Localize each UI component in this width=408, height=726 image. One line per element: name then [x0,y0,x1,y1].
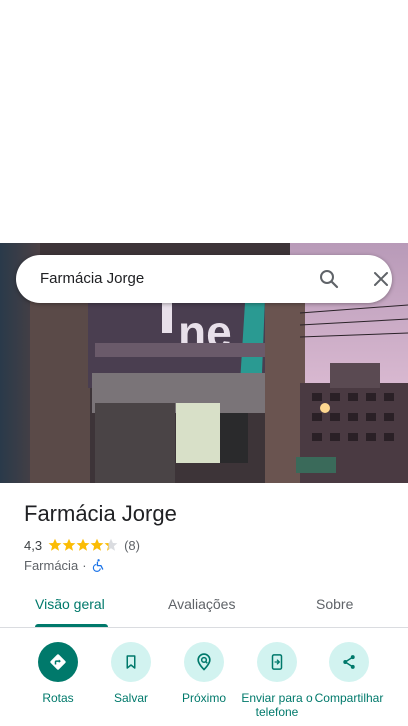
active-tab-indicator [35,624,108,627]
directions-label: Rotas [42,691,74,705]
tab-reviews[interactable]: Avaliações [168,596,235,612]
nearby-button[interactable]: Próximo [167,642,241,705]
share-icon [329,642,369,682]
wheelchair-icon [92,559,103,572]
star-icon [76,538,90,551]
place-category: Farmácia [24,557,79,573]
rating-row[interactable]: 4,3 (8) [24,536,140,554]
directions-button[interactable]: Rotas [21,642,95,705]
search-icon[interactable] [317,267,341,291]
send-to-phone-icon [257,642,297,682]
place-title: Farmácia Jorge [24,501,177,526]
search-bar[interactable]: Farmácia Jorge [16,255,392,303]
map-area[interactable] [0,0,408,243]
rating-value: 4,3 [24,537,43,553]
send-to-phone-label: Enviar para o telefone [241,691,313,719]
search-query-text[interactable]: Farmácia Jorge [40,270,144,287]
nearby-icon [184,642,224,682]
nearby-label: Próximo [181,691,226,705]
save-button[interactable]: Salvar [94,642,168,705]
close-icon[interactable] [369,267,393,291]
star-icon [104,538,118,551]
share-label: Compartilhar [314,691,384,705]
star-icon [90,538,104,551]
bookmark-icon [111,642,151,682]
action-bar: Rotas Salvar Próximo Enviar para o telef… [0,640,408,726]
separator-dot: · [82,557,87,573]
directions-icon [38,642,78,682]
send-to-phone-button[interactable]: Enviar para o telefone [240,642,314,719]
save-label: Salvar [113,691,148,705]
rating-stars [48,538,118,552]
review-count[interactable]: (8) [124,538,140,553]
category-row: Farmácia · [24,556,105,574]
star-icon [48,538,62,551]
star-icon [62,538,76,551]
tab-about[interactable]: Sobre [316,596,353,612]
tab-overview[interactable]: Visão geral [35,596,105,612]
tab-bar: Visão geral Avaliações Sobre [0,584,408,628]
share-button[interactable]: Compartilhar [312,642,386,705]
